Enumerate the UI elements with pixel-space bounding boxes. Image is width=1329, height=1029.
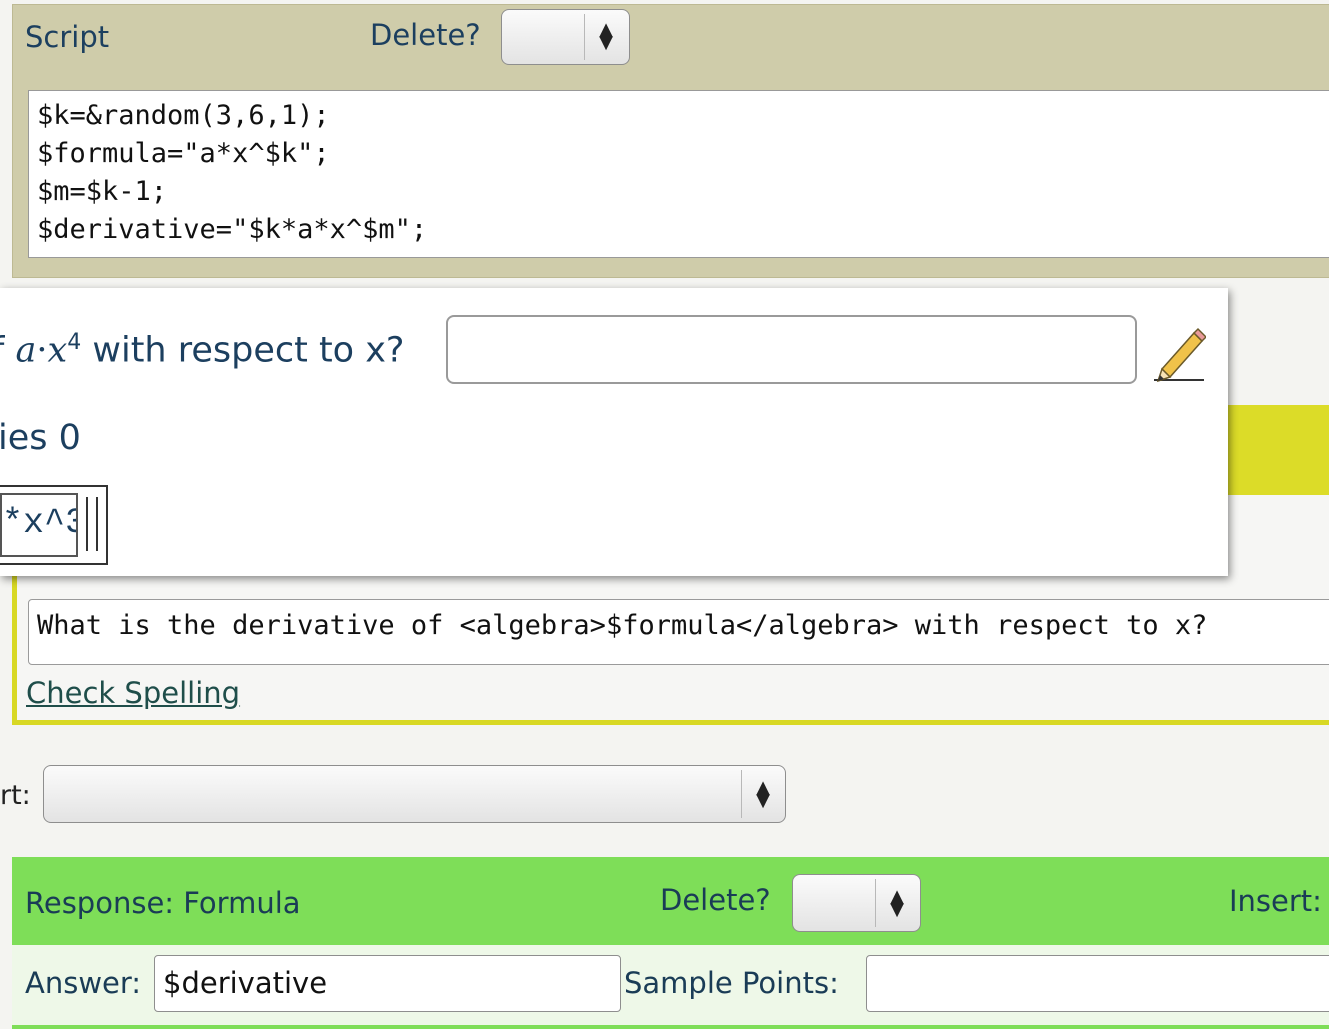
response-insert-label: Insert: <box>1229 884 1322 918</box>
check-spelling-link[interactable]: Check Spelling <box>26 676 240 710</box>
script-section-title: Script <box>25 20 110 54</box>
code-line: $derivative="$k*a*x^$m"; <box>37 214 428 245</box>
response-delete-select[interactable]: ▲ ▼ <box>792 874 921 932</box>
select-separator <box>875 879 876 927</box>
text-cursor <box>86 497 98 551</box>
preview-question-text: f a·x4 with respect to x? <box>0 330 405 371</box>
math-var-x: x <box>47 330 68 371</box>
insert-label: rt: <box>0 780 31 811</box>
text-source-editor[interactable]: What is the derivative of <algebra>$form… <box>28 599 1329 665</box>
question-suffix: with respect to x? <box>81 330 405 371</box>
pencil-icon[interactable] <box>1150 325 1208 383</box>
select-separator <box>741 770 742 818</box>
math-exponent: 4 <box>67 330 82 355</box>
text-section-header-band <box>1228 405 1329 495</box>
updown-arrows-icon: ▲ ▼ <box>756 777 770 811</box>
answer-input[interactable]: $derivative <box>154 955 621 1012</box>
preview-answer-value: *x^3 <box>0 493 78 557</box>
preview-answer-input[interactable] <box>446 315 1137 384</box>
code-line: $formula="a*x^$k"; <box>37 138 330 169</box>
code-line: $m=$k-1; <box>37 176 168 207</box>
updown-arrows-icon: ▲ ▼ <box>890 886 904 920</box>
script-code-editor[interactable]: $k=&random(3,6,1); $formula="a*x^$k"; $m=$… <box>28 90 1329 258</box>
script-delete-select[interactable]: ▲ ▼ <box>501 9 630 65</box>
response-delete-label: Delete? <box>660 883 771 917</box>
code-line: $k=&random(3,6,1); <box>37 100 330 131</box>
insert-select[interactable]: ▲ ▼ <box>43 765 786 823</box>
answer-label: Answer: <box>25 966 142 1000</box>
math-var-a: a <box>15 330 37 371</box>
select-separator <box>584 14 585 60</box>
sample-points-input[interactable] <box>866 955 1329 1012</box>
response-section-title: Response: Formula <box>25 886 301 920</box>
sample-points-label: Sample Points: <box>624 966 839 1000</box>
question-prefix: f <box>0 331 15 371</box>
preview-tries-text: ies 0 <box>0 418 81 458</box>
math-dot: · <box>36 330 48 371</box>
script-delete-label: Delete? <box>370 18 481 52</box>
preview-answer-editor[interactable]: *x^3 <box>0 485 108 565</box>
updown-arrows-icon: ▲ ▼ <box>599 19 613 53</box>
